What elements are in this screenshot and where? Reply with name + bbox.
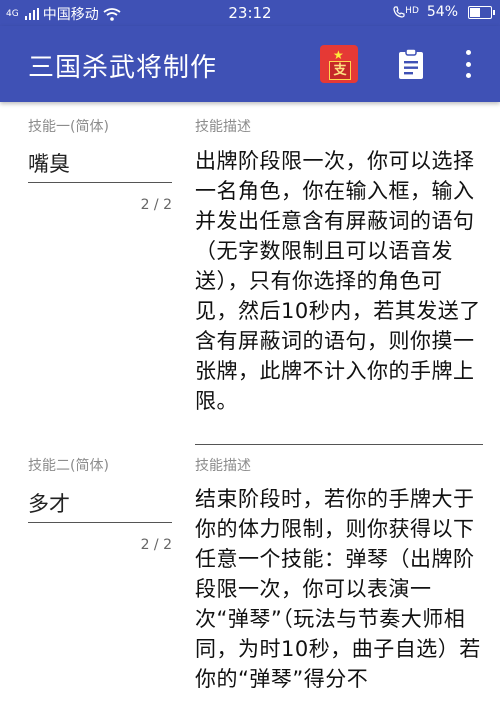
skill-name-input[interactable]: 嘴臭 bbox=[28, 148, 172, 183]
more-options-button[interactable] bbox=[458, 50, 478, 78]
red-envelope-button[interactable]: ★ 支 bbox=[320, 45, 358, 83]
dot bbox=[465, 73, 471, 78]
battery-percent: 54% bbox=[426, 4, 458, 20]
clipboard-button[interactable] bbox=[397, 48, 425, 80]
skill-name-input[interactable]: 多才 bbox=[28, 488, 172, 523]
char-counter: 2 / 2 bbox=[140, 197, 172, 213]
skill-desc-label: 技能描述 bbox=[195, 119, 251, 135]
star-icon: ★ bbox=[333, 48, 344, 62]
dot bbox=[465, 50, 471, 55]
skill-description-input[interactable]: 结束阶段时，若你的手牌大于你的体力限制，则你获得以下任意一个技能：弹琴（出牌阶段… bbox=[195, 484, 483, 694]
skill-name-label: 技能二(简体) bbox=[28, 458, 109, 474]
battery-icon bbox=[468, 5, 495, 19]
skills-list[interactable]: 技能一(简体) 技能描述 嘴臭 2 / 2 出牌阶段限一次，你可以选择一名角色，… bbox=[0, 102, 500, 711]
app-title: 三国杀武将制作 bbox=[28, 53, 218, 83]
skill-name-label: 技能一(简体) bbox=[28, 119, 109, 135]
envelope-label: 支 bbox=[329, 61, 351, 80]
clipboard-icon bbox=[399, 48, 423, 79]
skill-desc-label: 技能描述 bbox=[195, 458, 251, 474]
app-bar: 三国杀武将制作 ★ 支 bbox=[0, 26, 500, 102]
battery-fill bbox=[470, 7, 481, 17]
hd-label: HD bbox=[405, 6, 419, 16]
char-counter: 2 / 2 bbox=[140, 537, 172, 553]
skill-description-input[interactable]: 出牌阶段限一次，你可以选择一名角色，你在输入框，输入并发出任意含有屏蔽词的语句（… bbox=[195, 146, 483, 445]
hd-call-icon: HD bbox=[393, 6, 419, 18]
status-bar: 4G 中国移动 23:12 HD 54% bbox=[0, 0, 500, 26]
dot bbox=[465, 61, 471, 67]
status-right: HD 54% bbox=[393, 4, 495, 20]
